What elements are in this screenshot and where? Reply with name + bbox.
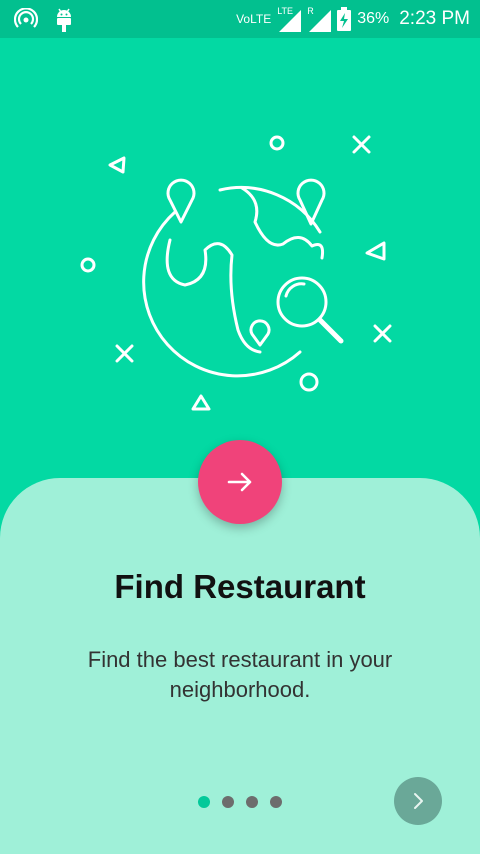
status-right-icons: VoLTE LTE R 36% 2:23 PM bbox=[236, 0, 470, 38]
page-dot bbox=[270, 796, 282, 808]
signal-roaming-icon bbox=[309, 10, 332, 32]
status-left-icons bbox=[14, 7, 74, 33]
page-dot bbox=[246, 796, 258, 808]
proceed-button[interactable] bbox=[198, 440, 282, 524]
globe-search-icon bbox=[80, 135, 392, 411]
onboarding-description: Find the best restaurant in your neighbo… bbox=[87, 647, 393, 702]
status-time: 2:23 PM bbox=[399, 8, 470, 29]
arrow-right-icon bbox=[227, 472, 252, 492]
battery-percent: 36% bbox=[357, 10, 390, 27]
page-dot-active bbox=[198, 796, 210, 808]
chevron-right-icon bbox=[414, 793, 423, 809]
next-page-button[interactable] bbox=[394, 777, 442, 825]
volte-label: VoLTE bbox=[236, 12, 272, 26]
lte-signal: LTE bbox=[277, 6, 302, 32]
page-indicator bbox=[198, 796, 282, 808]
signal-icon bbox=[279, 10, 302, 32]
onboarding-title: Find Restaurant bbox=[114, 568, 366, 605]
page-dot bbox=[222, 796, 234, 808]
android-icon bbox=[57, 8, 71, 32]
roaming-signal: R bbox=[307, 6, 332, 32]
hotspot-icon bbox=[14, 8, 38, 28]
status-bar: VoLTE LTE R 36% 2:23 PM bbox=[0, 0, 480, 38]
battery-charging-icon bbox=[337, 7, 352, 31]
